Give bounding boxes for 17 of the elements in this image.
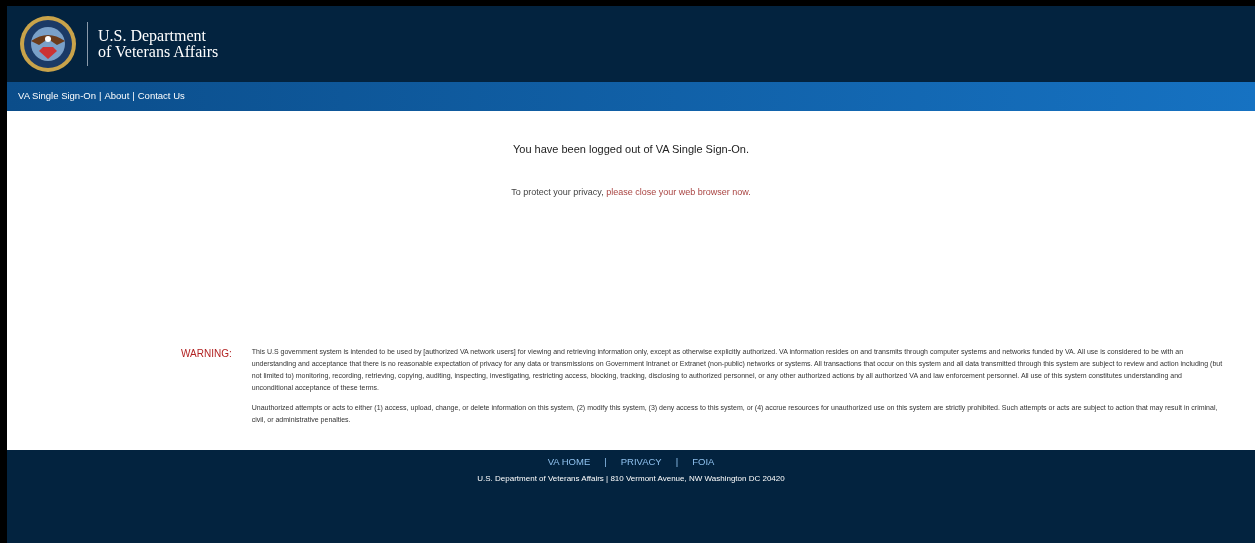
logout-heading: You have been logged out of VA Single Sign-On. xyxy=(512,142,750,157)
seal-icon xyxy=(19,15,77,73)
separator: | xyxy=(604,455,607,469)
nav-link[interactable]: Contact Us xyxy=(137,89,185,104)
privacy-notice: To protect your privacy, please close your web browser now. xyxy=(511,185,751,199)
warning-label: WARNING: xyxy=(181,347,232,361)
separator: | xyxy=(675,455,679,469)
nav-link[interactable]: VA Single Sign-On xyxy=(18,89,96,104)
site-title: U.S. Department xyxy=(98,28,206,44)
footer-link[interactable]: FOIA xyxy=(692,455,715,470)
separator: | xyxy=(99,89,102,104)
nav-link[interactable]: About xyxy=(104,89,130,104)
footer-link[interactable]: PRIVACY xyxy=(620,455,662,470)
footer-link[interactable]: VA HOME xyxy=(547,455,591,470)
footer-address: U.S. Department of Veterans Affairs | 810 Vermont Avenue, NW Washington DC 20420 xyxy=(477,473,785,486)
separator: | xyxy=(132,89,135,104)
site-title: of Veterans Affairs xyxy=(98,44,219,60)
